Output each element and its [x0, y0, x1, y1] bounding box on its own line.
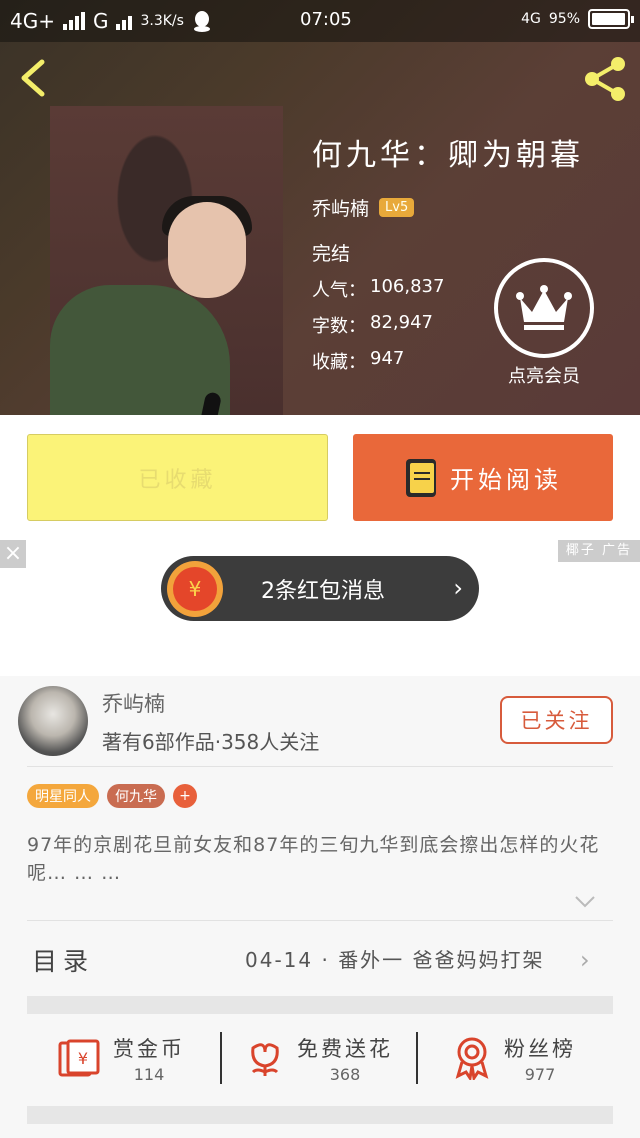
battery-percent: 95%	[548, 11, 580, 27]
tag-item[interactable]: 明星同人	[27, 784, 99, 808]
divider	[27, 766, 613, 767]
author-card: 乔屿楠 著有6部作品·358人关注 已关注 明星同人 何九华 + 97年的京剧花…	[0, 676, 640, 1138]
network-right-label: 4G	[521, 11, 541, 27]
stat-text: 粉丝榜 977	[504, 1033, 576, 1084]
stat-label: 人气：	[312, 280, 366, 301]
cover-figure-head	[168, 202, 246, 298]
red-packet-icon: ¥	[167, 560, 223, 617]
book-detail-page: 4G+ G 3.3K/s 07:05 4G 95% 何九华：卿为朝暮 乔屿楠 L…	[0, 0, 640, 1138]
collected-button[interactable]: 已收藏	[27, 434, 328, 521]
red-packet-text: 2条红包消息	[261, 578, 385, 604]
divider	[27, 920, 613, 921]
signal-icon	[62, 12, 85, 30]
book-cover[interactable]	[50, 106, 283, 415]
signal-g-icon	[116, 12, 133, 30]
book-header: 4G+ G 3.3K/s 07:05 4G 95% 何九华：卿为朝暮 乔屿楠 L…	[0, 0, 640, 415]
stat-value: 947	[370, 348, 405, 369]
share-button[interactable]	[580, 54, 630, 104]
section-separator	[27, 996, 613, 1014]
stat-text: 赏金币 114	[113, 1033, 185, 1084]
stat-label: 字数：	[312, 316, 366, 337]
red-envelope-icon: ¥	[58, 1039, 100, 1077]
ad-label: 椰子 广告	[558, 540, 640, 562]
fan-ranking-button[interactable]: 粉丝榜 977	[452, 1014, 576, 1102]
author-name[interactable]: 乔屿楠	[312, 194, 369, 221]
stat-text: 免费送花 368	[297, 1033, 393, 1084]
tag-item[interactable]: 何九华	[107, 784, 165, 808]
red-packet-button[interactable]: ¥ 2条红包消息 ›	[161, 556, 479, 621]
ad-banner: × 椰子 广告 ¥ 2条红包消息 ›	[0, 540, 640, 676]
status-right: 4G 95%	[521, 9, 634, 29]
stat-label: 粉丝榜	[504, 1036, 576, 1061]
stat-value: 114	[133, 1064, 165, 1084]
book-intro: 97年的京剧花旦前女友和87年的三旬九华到底会擦出怎样的火花呢… … …	[27, 834, 600, 884]
book-title: 何九华：卿为朝暮	[312, 138, 584, 173]
divider	[220, 1032, 222, 1084]
medal-icon	[455, 1037, 489, 1080]
section-separator	[27, 1106, 613, 1124]
stat-label: 赏金币	[113, 1036, 185, 1061]
start-reading-button[interactable]: 开始阅读	[353, 434, 613, 521]
back-button[interactable]	[14, 56, 54, 100]
vip-button[interactable]: 点亮会员	[494, 258, 594, 388]
collected-label: 已收藏	[138, 467, 217, 493]
level-badge: Lv5	[379, 198, 415, 217]
stat-value: 368	[329, 1064, 361, 1084]
cover-figure-body	[50, 285, 230, 415]
divider	[416, 1032, 418, 1084]
author-card-meta: 著有6部作品·358人关注	[102, 730, 320, 754]
chevron-down-icon	[575, 896, 595, 908]
vip-circle	[494, 258, 594, 358]
status-bar: 4G+ G 3.3K/s 07:05 4G 95%	[0, 0, 640, 42]
follow-label: 已关注	[520, 709, 593, 733]
status-left: 4G+ G 3.3K/s	[10, 9, 212, 33]
stat-value: 82,947	[370, 312, 433, 333]
reward-stats-row: ¥ 赏金币 114 免费送花 368 粉丝榜 977	[27, 1014, 613, 1102]
chevron-left-icon	[21, 59, 45, 97]
follow-button[interactable]: 已关注	[500, 696, 613, 744]
status-time: 07:05	[300, 9, 352, 30]
flower-icon	[251, 1043, 279, 1076]
start-reading-label: 开始阅读	[450, 466, 562, 494]
chevron-right-icon[interactable]: ›	[580, 946, 590, 974]
svg-text:¥: ¥	[78, 1049, 88, 1068]
add-tag-button[interactable]: +	[173, 784, 197, 808]
network-g-label: G	[92, 9, 109, 33]
tag-list: 明星同人 何九华 +	[27, 784, 197, 808]
expand-intro-button[interactable]	[574, 894, 596, 913]
stat-label: 免费送花	[297, 1036, 393, 1061]
ad-close-button[interactable]: ×	[0, 540, 26, 568]
qq-icon	[193, 11, 210, 32]
avatar[interactable]	[18, 686, 88, 756]
author-row: 乔屿楠 Lv5	[312, 194, 584, 221]
vip-label: 点亮会员	[508, 366, 580, 387]
book-icon	[406, 458, 436, 497]
toc-latest-chapter[interactable]: 04-14 · 番外一 爸爸妈妈打架	[245, 944, 545, 973]
action-bar: 已收藏 开始阅读	[0, 415, 640, 540]
send-flower-button[interactable]: 免费送花 368	[245, 1014, 393, 1102]
network-speed: 3.3K/s	[140, 13, 184, 29]
reward-coins-button[interactable]: ¥ 赏金币 114	[57, 1014, 185, 1102]
chevron-right-icon: ›	[453, 574, 463, 602]
author-card-name[interactable]: 乔屿楠	[102, 688, 165, 718]
network-label: 4G+	[10, 9, 55, 33]
stat-label: 收藏：	[312, 352, 366, 373]
toc-label[interactable]: 目录	[32, 942, 94, 978]
battery-icon	[588, 9, 634, 29]
share-icon	[585, 57, 625, 101]
stat-value: 977	[524, 1064, 556, 1084]
stat-value: 106,837	[370, 276, 445, 297]
coin-symbol: ¥	[173, 566, 217, 611]
crown-icon	[516, 285, 572, 330]
